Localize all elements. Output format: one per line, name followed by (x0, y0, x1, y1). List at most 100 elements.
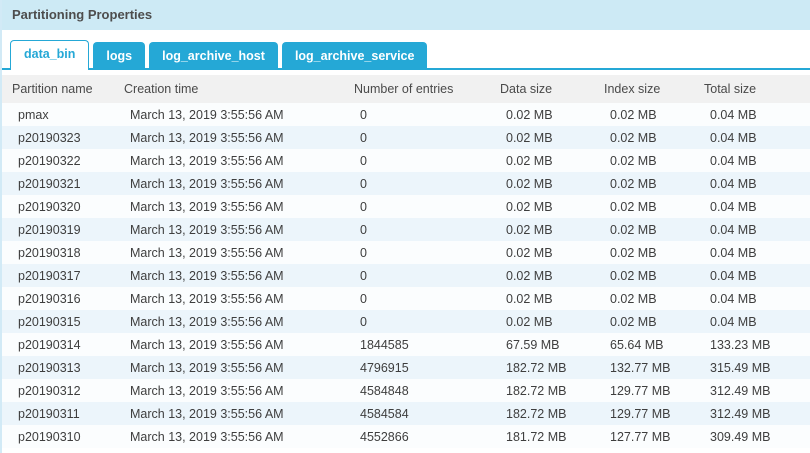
cell-creation-time: March 13, 2019 3:55:56 AM (114, 172, 344, 195)
cell-partition-name: p20190311 (2, 402, 114, 425)
table-row: p20190313March 13, 2019 3:55:56 AM479691… (2, 356, 810, 379)
cell-partition-name: p20190310 (2, 425, 114, 448)
table-row: pmaxMarch 13, 2019 3:55:56 AM00.02 MB 0.0… (2, 103, 810, 126)
cell-partition-name: p20190320 (2, 195, 114, 218)
cell-number-of-entries: 0 (344, 172, 490, 195)
cell-partition-name: pmax (2, 103, 114, 126)
table-row: p20190320March 13, 2019 3:55:56 AM00.02 … (2, 195, 810, 218)
cell-creation-time: March 13, 2019 3:55:56 AM (114, 126, 344, 149)
table-row: p20190315March 13, 2019 3:55:56 AM00.02 … (2, 310, 810, 333)
table-row: p20190312March 13, 2019 3:55:56 AM458484… (2, 379, 810, 402)
table-row: p20190319March 13, 2019 3:55:56 AM00.02 … (2, 218, 810, 241)
cell-total-size: 0.04 MB (694, 287, 810, 310)
cell-index-size: 65.64 MB (594, 333, 694, 356)
cell-data-size: 0.02 MB (490, 103, 594, 126)
cell-number-of-entries: 0 (344, 287, 490, 310)
cell-number-of-entries: 0 (344, 126, 490, 149)
cell-partition-name: p20190312 (2, 379, 114, 402)
cell-partition-name: p20190322 (2, 149, 114, 172)
column-header-partition-name: Partition name (2, 75, 114, 103)
tab-log_archive_service[interactable]: log_archive_service (282, 42, 428, 70)
cell-total-size: 0.04 MB (694, 241, 810, 264)
cell-data-size: 181.72 MB (490, 425, 594, 448)
panel-title: Partitioning Properties (2, 0, 810, 30)
cell-total-size: 312.49 MB (694, 379, 810, 402)
cell-creation-time: March 13, 2019 3:55:56 AM (114, 103, 344, 126)
cell-total-size: 312.49 MB (694, 402, 810, 425)
cell-data-size: 67.59 MB (490, 333, 594, 356)
cell-index-size: 0.02 MB (594, 149, 694, 172)
cell-data-size: 182.72 MB (490, 356, 594, 379)
cell-partition-name: p20190321 (2, 172, 114, 195)
table-row: p20190314March 13, 2019 3:55:56 AM184458… (2, 333, 810, 356)
partitioning-properties-panel: Partitioning Properties data_binlogslog_… (0, 0, 810, 453)
cell-creation-time: March 13, 2019 3:55:56 AM (114, 402, 344, 425)
cell-partition-name: p20190317 (2, 264, 114, 287)
cell-number-of-entries: 0 (344, 149, 490, 172)
cell-data-size: 0.02 MB (490, 264, 594, 287)
cell-data-size: 0.02 MB (490, 218, 594, 241)
cell-partition-name: p20190323 (2, 126, 114, 149)
column-header-data-size: Data size (490, 75, 594, 103)
cell-data-size: 182.72 MB (490, 379, 594, 402)
table-row: p20190316March 13, 2019 3:55:56 AM00.02 … (2, 287, 810, 310)
cell-partition-name: p20190315 (2, 310, 114, 333)
table-header-row: Partition nameCreation timeNumber of ent… (2, 75, 810, 103)
cell-index-size: 0.02 MB (594, 310, 694, 333)
cell-partition-name: p20190313 (2, 356, 114, 379)
table-row: p20190317March 13, 2019 3:55:56 AM00.02 … (2, 264, 810, 287)
cell-creation-time: March 13, 2019 3:55:56 AM (114, 149, 344, 172)
cell-data-size: 0.02 MB (490, 195, 594, 218)
cell-total-size: 309.49 MB (694, 425, 810, 448)
cell-data-size: 0.02 MB (490, 126, 594, 149)
cell-index-size: 0.02 MB (594, 218, 694, 241)
cell-creation-time: March 13, 2019 3:55:56 AM (114, 379, 344, 402)
tab-logs[interactable]: logs (93, 42, 145, 70)
cell-index-size: 0.02 MB (594, 172, 694, 195)
cell-number-of-entries: 0 (344, 195, 490, 218)
cell-number-of-entries: 0 (344, 310, 490, 333)
cell-total-size: 0.04 MB (694, 195, 810, 218)
cell-index-size: 129.77 MB (594, 402, 694, 425)
cell-index-size: 0.02 MB (594, 241, 694, 264)
cell-index-size: 0.02 MB (594, 195, 694, 218)
cell-creation-time: March 13, 2019 3:55:56 AM (114, 356, 344, 379)
cell-number-of-entries: 0 (344, 103, 490, 126)
tab-bar: data_binlogslog_archive_hostlog_archive_… (2, 30, 810, 70)
tab-log_archive_host[interactable]: log_archive_host (149, 42, 278, 70)
cell-creation-time: March 13, 2019 3:55:56 AM (114, 264, 344, 287)
cell-creation-time: March 13, 2019 3:55:56 AM (114, 241, 344, 264)
cell-data-size: 0.02 MB (490, 172, 594, 195)
cell-total-size: 0.04 MB (694, 218, 810, 241)
table-row: p20190322March 13, 2019 3:55:56 AM00.02 … (2, 149, 810, 172)
column-header-total-size: Total size (694, 75, 810, 103)
cell-total-size: 0.04 MB (694, 103, 810, 126)
cell-data-size: 0.02 MB (490, 310, 594, 333)
cell-creation-time: March 13, 2019 3:55:56 AM (114, 218, 344, 241)
cell-creation-time: March 13, 2019 3:55:56 AM (114, 310, 344, 333)
column-header-number-of-entries: Number of entries (344, 75, 490, 103)
cell-total-size: 133.23 MB (694, 333, 810, 356)
table-row: p20190318March 13, 2019 3:55:56 AM00.02 … (2, 241, 810, 264)
cell-number-of-entries: 4584848 (344, 379, 490, 402)
cell-creation-time: March 13, 2019 3:55:56 AM (114, 287, 344, 310)
cell-partition-name: p20190318 (2, 241, 114, 264)
cell-total-size: 0.04 MB (694, 126, 810, 149)
cell-total-size: 0.04 MB (694, 172, 810, 195)
cell-data-size: 0.02 MB (490, 241, 594, 264)
cell-total-size: 0.04 MB (694, 310, 810, 333)
cell-partition-name: p20190314 (2, 333, 114, 356)
cell-number-of-entries: 0 (344, 264, 490, 287)
table-row: p20190310March 13, 2019 3:55:56 AM455286… (2, 425, 810, 448)
cell-data-size: 0.02 MB (490, 149, 594, 172)
tab-data_bin[interactable]: data_bin (10, 40, 89, 70)
cell-number-of-entries: 4796915 (344, 356, 490, 379)
column-header-index-size: Index size (594, 75, 694, 103)
cell-data-size: 0.02 MB (490, 287, 594, 310)
cell-total-size: 315.49 MB (694, 356, 810, 379)
cell-number-of-entries: 0 (344, 241, 490, 264)
cell-partition-name: p20190316 (2, 287, 114, 310)
cell-number-of-entries: 4584584 (344, 402, 490, 425)
cell-creation-time: March 13, 2019 3:55:56 AM (114, 425, 344, 448)
partitions-table: Partition nameCreation timeNumber of ent… (2, 75, 810, 448)
